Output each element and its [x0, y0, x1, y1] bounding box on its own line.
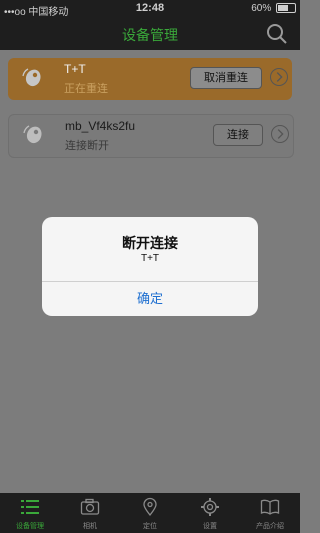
search-icon[interactable] — [266, 23, 288, 45]
book-icon — [260, 499, 280, 515]
tab-label: 相机 — [83, 523, 97, 530]
battery-fill — [278, 5, 288, 12]
device-name: T+T — [64, 62, 86, 76]
device-status: 正在重连 — [64, 83, 108, 95]
device-card-reconnecting[interactable]: T+T 正在重连 取消重连 — [8, 58, 292, 100]
list-icon — [21, 500, 39, 514]
gear-icon — [201, 498, 219, 516]
battery-icon — [276, 3, 296, 14]
ok-button[interactable]: 确定 — [42, 282, 258, 316]
device-status: 连接断开 — [65, 140, 109, 152]
dialog-message: T+T — [140, 253, 160, 264]
tab-location[interactable]: 定位 — [120, 493, 180, 533]
camera-icon — [80, 498, 100, 515]
tab-device-management[interactable]: 设备管理 — [0, 493, 60, 533]
device-name: mb_Vf4ks2fu — [65, 119, 136, 133]
tracker-device-icon — [23, 125, 42, 144]
tab-label: 设备管理 — [16, 523, 44, 530]
tab-label: 产品介绍 — [256, 523, 284, 530]
tab-camera[interactable]: 相机 — [60, 493, 120, 533]
chevron-right-icon[interactable] — [270, 68, 288, 86]
connect-button[interactable]: 连接 — [213, 124, 263, 146]
navigation-bar: 设备管理 — [0, 18, 300, 50]
cancel-reconnect-button[interactable]: 取消重连 — [190, 67, 262, 89]
dialog-title: 断开连接 — [122, 235, 178, 251]
battery-area: 60% — [251, 3, 296, 14]
location-pin-icon — [143, 497, 157, 517]
tab-bar: 设备管理 相机 定位 设置 产品介绍 — [0, 493, 300, 533]
page-title: 设备管理 — [122, 27, 178, 43]
status-bar: •••oo 中国移动 12:48 60% — [0, 0, 300, 18]
disconnect-alert-dialog: 断开连接 T+T 确定 — [42, 217, 258, 316]
tab-label: 定位 — [143, 523, 157, 530]
tab-label: 设置 — [203, 523, 217, 530]
chevron-right-icon[interactable] — [271, 125, 289, 143]
tab-product-intro[interactable]: 产品介绍 — [240, 493, 300, 533]
tab-settings[interactable]: 设置 — [180, 493, 240, 533]
battery-percent: 60% — [251, 3, 272, 14]
device-card-disconnected[interactable]: mb_Vf4ks2fu 连接断开 连接 — [8, 114, 294, 158]
tracker-device-icon — [22, 68, 41, 87]
